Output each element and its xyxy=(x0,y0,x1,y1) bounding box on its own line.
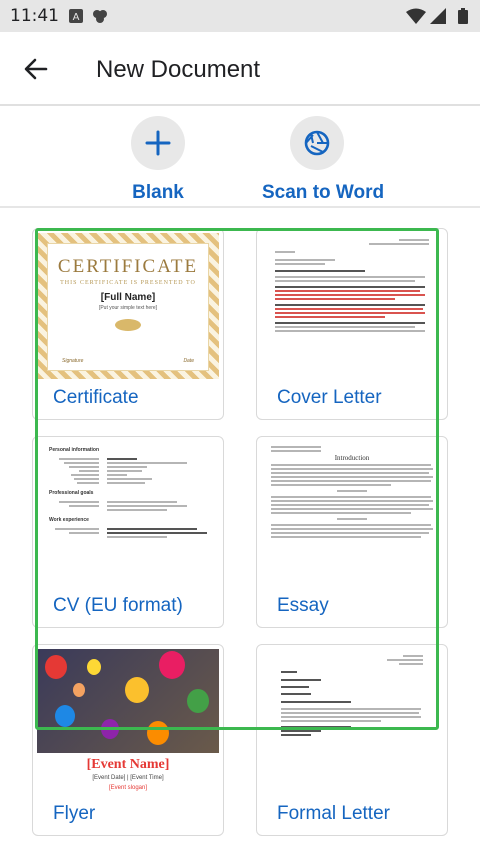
certificate-signature: Signature xyxy=(62,358,84,364)
template-card-formal-letter[interactable]: Formal Letter xyxy=(256,644,448,836)
flyer-event-name: [Event Name] xyxy=(86,757,170,772)
blank-circle xyxy=(131,116,185,170)
battery-icon xyxy=(458,8,468,24)
certificate-seal-icon xyxy=(115,319,141,331)
certificate-thumbnail: CERTIFICATE THIS CERTIFICATE IS PRESENTE… xyxy=(37,233,219,379)
flyer-thumbnail: [Event Name] [Event Date] | [Event Time]… xyxy=(37,649,219,795)
status-time: 11:41 xyxy=(10,6,59,26)
app-notification-icon xyxy=(93,10,107,23)
flyer-event-slogan: [Event slogan] xyxy=(108,785,148,791)
scan-to-word-button[interactable]: Scan to Word xyxy=(262,116,385,204)
blank-label: Blank xyxy=(132,182,184,203)
template-label: Flyer xyxy=(53,803,96,824)
svg-text:A: A xyxy=(73,12,80,23)
flyer-event-date: [Event Date] | [Event Time] xyxy=(92,775,164,781)
template-label: Cover Letter xyxy=(277,387,382,408)
cv-section-work: Work experience xyxy=(49,517,89,523)
cover-letter-thumbnail xyxy=(261,233,443,379)
certificate-title: CERTIFICATE xyxy=(57,256,199,277)
template-card-essay[interactable]: Introduction Essay xyxy=(256,436,448,628)
flyer-photo xyxy=(37,649,219,753)
template-card-flyer[interactable]: [Event Name] [Event Date] | [Event Time]… xyxy=(32,644,224,836)
certificate-name: [Full Name] xyxy=(100,292,156,303)
template-label: Formal Letter xyxy=(277,803,390,824)
text-notification-icon: A xyxy=(69,9,83,23)
certificate-text: [Put your simple text here] xyxy=(98,305,158,311)
template-label: CV (EU format) xyxy=(53,595,183,616)
template-label: Certificate xyxy=(53,387,139,408)
create-actions: Blank Scan to Word xyxy=(0,108,480,208)
back-arrow-icon[interactable] xyxy=(20,53,52,85)
template-card-cover-letter[interactable]: Cover Letter xyxy=(256,228,448,420)
scan-circle xyxy=(290,116,344,170)
blank-button[interactable]: Blank xyxy=(131,116,185,204)
cv-section-goals: Professional goals xyxy=(49,490,94,496)
aperture-icon xyxy=(304,130,330,156)
app-bar: New Document xyxy=(0,32,480,106)
page-title: New Document xyxy=(96,56,261,83)
status-bar: 11:41 A xyxy=(0,0,480,32)
essay-heading: Introduction xyxy=(334,454,370,462)
template-card-certificate[interactable]: CERTIFICATE THIS CERTIFICATE IS PRESENTE… xyxy=(32,228,224,420)
certificate-date: Date xyxy=(183,358,194,364)
wifi-icon xyxy=(406,8,426,24)
certificate-subtitle: THIS CERTIFICATE IS PRESENTED TO xyxy=(60,280,196,286)
formal-letter-thumbnail xyxy=(261,649,443,795)
template-card-cv-eu[interactable]: Personal information Professional goals … xyxy=(32,436,224,628)
template-label: Essay xyxy=(277,595,329,616)
scan-to-word-label: Scan to Word xyxy=(262,182,385,203)
cv-thumbnail: Personal information Professional goals … xyxy=(37,441,219,587)
signal-icon xyxy=(430,8,446,24)
cv-section-personal: Personal information xyxy=(49,447,100,453)
essay-thumbnail: Introduction xyxy=(261,441,443,587)
plus-icon xyxy=(145,130,171,156)
